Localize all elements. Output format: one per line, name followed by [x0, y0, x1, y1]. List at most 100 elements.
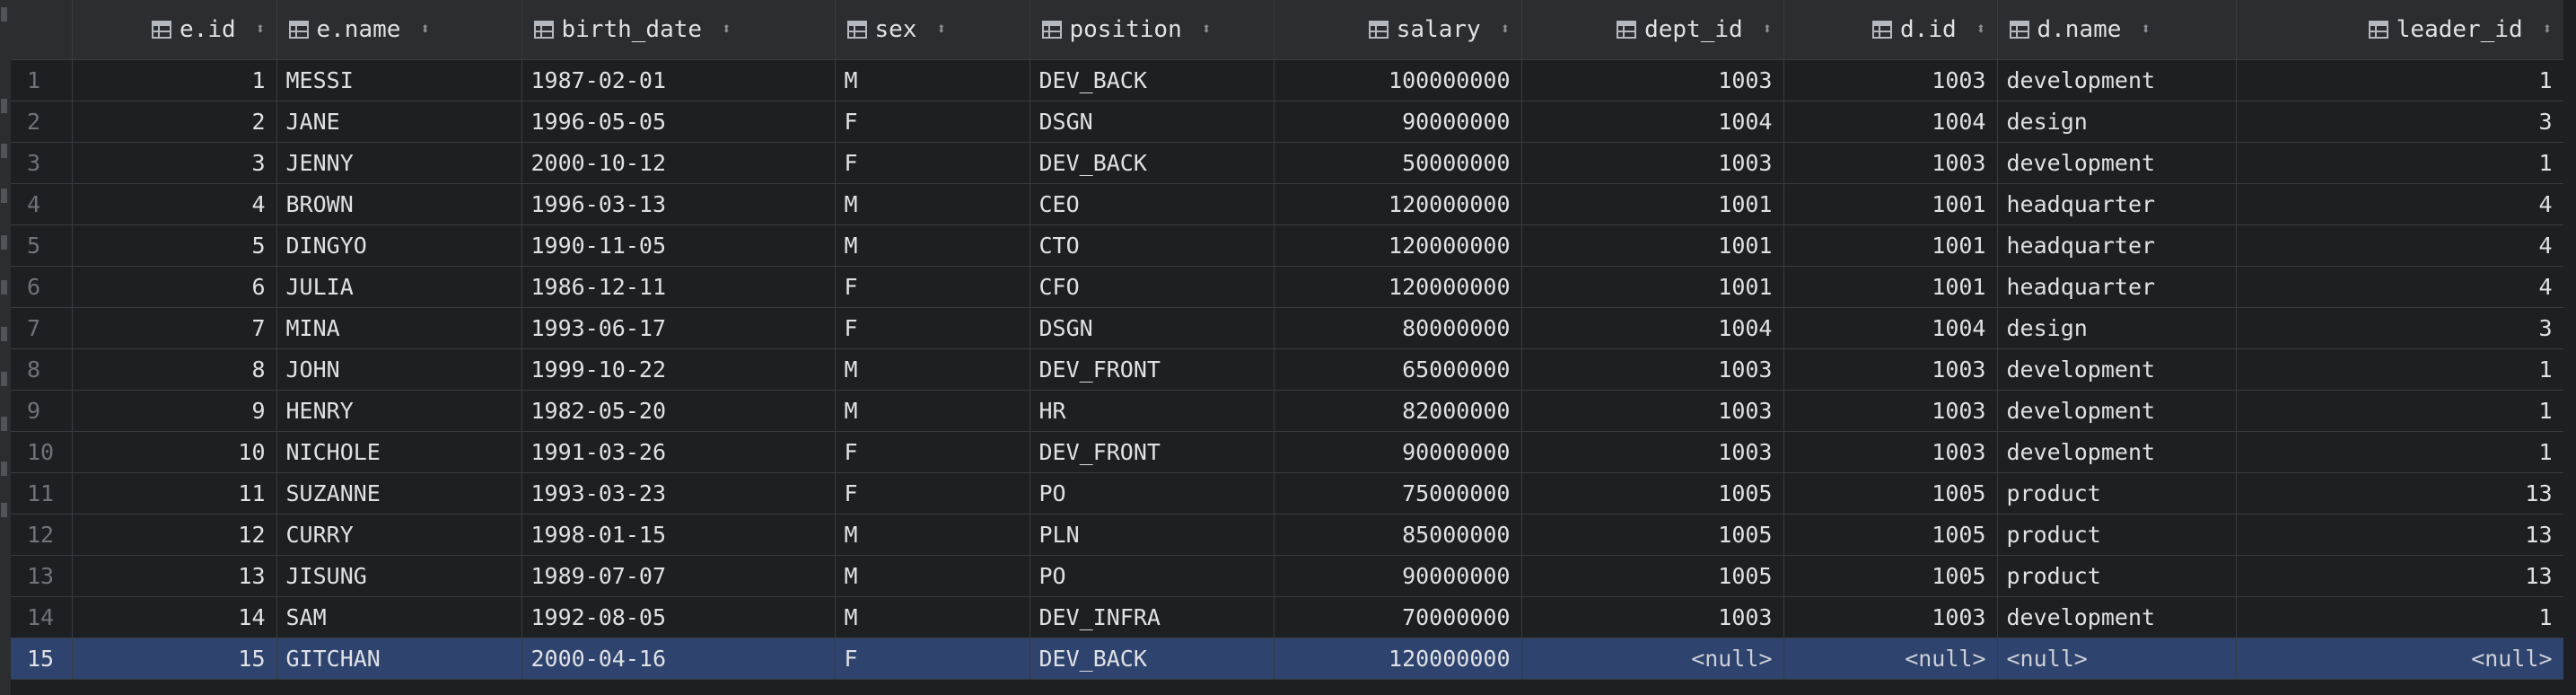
cell-sex[interactable]: M	[835, 390, 1030, 432]
cell-eid[interactable]: 8	[72, 348, 277, 391]
cell-did[interactable]: 1003	[1783, 142, 1998, 184]
column-header-sex[interactable]: sex ⬍	[835, 0, 1030, 60]
sort-icon[interactable]: ⬍	[1202, 20, 1212, 39]
cell-position[interactable]: PLN	[1030, 514, 1275, 556]
cell-birth[interactable]: 1993-06-17	[521, 307, 836, 349]
cell-position[interactable]: DEV_BACK	[1030, 142, 1275, 184]
cell-dname[interactable]: product	[1997, 514, 2237, 556]
cell-birth[interactable]: 1989-07-07	[521, 555, 836, 597]
cell-did[interactable]: 1004	[1783, 307, 1998, 349]
cell-ename[interactable]: JOHN	[276, 348, 522, 391]
cell-dept_id[interactable]: 1005	[1521, 472, 1784, 515]
cell-ename[interactable]: SAM	[276, 596, 522, 638]
table-row[interactable]: 5 5 DINGYO 1990-11-05 M CTO 120000000 1001 1001 h…	[11, 224, 2564, 267]
cell-eid[interactable]: 12	[72, 514, 277, 556]
cell-salary[interactable]: 82000000	[1274, 390, 1522, 432]
cell-position[interactable]: CFO	[1030, 266, 1275, 308]
sort-icon[interactable]: ⬍	[256, 20, 266, 39]
column-header-ename[interactable]: e.name ⬍	[276, 0, 522, 60]
cell-salary[interactable]: 120000000	[1274, 266, 1522, 308]
sort-icon[interactable]: ⬍	[722, 20, 732, 39]
cell-dept_id[interactable]: 1003	[1521, 348, 1784, 391]
cell-did[interactable]: 1003	[1783, 59, 1998, 101]
cell-ename[interactable]: NICHOLE	[276, 431, 522, 473]
cell-dname[interactable]: product	[1997, 472, 2237, 515]
table-row[interactable]: 2 2 JANE 1996-05-05 F DSGN 90000000 1004 1004 des…	[11, 101, 2564, 143]
column-header-did[interactable]: d.id ⬍	[1783, 0, 1998, 60]
cell-did[interactable]: 1005	[1783, 514, 1998, 556]
cell-leader_id[interactable]: 1	[2236, 390, 2564, 432]
table-row[interactable]: 1 1 MESSI 1987-02-01 M DEV_BACK 100000000 1003 1…	[11, 59, 2564, 101]
cell-position[interactable]: DEV_INFRA	[1030, 596, 1275, 638]
cell-eid[interactable]: 7	[72, 307, 277, 349]
cell-birth[interactable]: 1996-05-05	[521, 101, 836, 143]
cell-salary[interactable]: 90000000	[1274, 431, 1522, 473]
cell-position[interactable]: CTO	[1030, 224, 1275, 267]
cell-salary[interactable]: 75000000	[1274, 472, 1522, 515]
cell-leader_id[interactable]: 1	[2236, 431, 2564, 473]
cell-did[interactable]: 1001	[1783, 266, 1998, 308]
cell-ename[interactable]: GITCHAN	[276, 638, 522, 680]
sort-icon[interactable]: ⬍	[2141, 20, 2151, 39]
cell-salary[interactable]: 65000000	[1274, 348, 1522, 391]
vertical-scrollbar[interactable]	[2563, 0, 2576, 695]
cell-birth[interactable]: 1987-02-01	[521, 59, 836, 101]
cell-salary[interactable]: 120000000	[1274, 183, 1522, 225]
cell-dname[interactable]: development	[1997, 431, 2237, 473]
table-row[interactable]: 14 14 SAM 1992-08-05 M DEV_INFRA 70000000 1003 1…	[11, 596, 2564, 638]
table-row[interactable]: 6 6 JULIA 1986-12-11 F CFO 120000000 1001 1001 he…	[11, 266, 2564, 308]
cell-sex[interactable]: M	[835, 224, 1030, 267]
cell-birth[interactable]: 1991-03-26	[521, 431, 836, 473]
cell-birth[interactable]: 2000-10-12	[521, 142, 836, 184]
cell-salary[interactable]: 120000000	[1274, 638, 1522, 680]
cell-did[interactable]: 1003	[1783, 348, 1998, 391]
cell-salary[interactable]: 100000000	[1274, 59, 1522, 101]
cell-ename[interactable]: MINA	[276, 307, 522, 349]
table-row[interactable]: 8 8 JOHN 1999-10-22 M DEV_FRONT 65000000 1003 10…	[11, 348, 2564, 391]
cell-eid[interactable]: 13	[72, 555, 277, 597]
cell-dname[interactable]: development	[1997, 142, 2237, 184]
cell-eid[interactable]: 9	[72, 390, 277, 432]
cell-dept_id[interactable]: 1005	[1521, 514, 1784, 556]
cell-leader_id[interactable]: 4	[2236, 224, 2564, 267]
cell-position[interactable]: DSGN	[1030, 101, 1275, 143]
cell-eid[interactable]: 14	[72, 596, 277, 638]
cell-sex[interactable]: F	[835, 431, 1030, 473]
cell-dname[interactable]: development	[1997, 596, 2237, 638]
cell-position[interactable]: DEV_BACK	[1030, 59, 1275, 101]
cell-salary[interactable]: 120000000	[1274, 224, 1522, 267]
cell-position[interactable]: DEV_BACK	[1030, 638, 1275, 680]
table-row[interactable]: 15 15 GITCHAN 2000-04-16 F DEV_BACK 120000000 <…	[11, 638, 2564, 680]
cell-did[interactable]: 1003	[1783, 431, 1998, 473]
sort-icon[interactable]: ⬍	[936, 20, 946, 39]
cell-sex[interactable]: F	[835, 638, 1030, 680]
cell-eid[interactable]: 15	[72, 638, 277, 680]
cell-birth[interactable]: 1999-10-22	[521, 348, 836, 391]
cell-dname[interactable]: development	[1997, 348, 2237, 391]
cell-dname[interactable]: product	[1997, 555, 2237, 597]
cell-eid[interactable]: 11	[72, 472, 277, 515]
cell-did[interactable]: 1003	[1783, 596, 1998, 638]
sort-icon[interactable]: ⬍	[1763, 20, 1773, 39]
cell-birth[interactable]: 2000-04-16	[521, 638, 836, 680]
cell-dept_id[interactable]: 1004	[1521, 307, 1784, 349]
column-header-birth[interactable]: birth_date ⬍	[521, 0, 836, 60]
cell-dname[interactable]: headquarter	[1997, 183, 2237, 225]
cell-position[interactable]: PO	[1030, 555, 1275, 597]
cell-did[interactable]: <null>	[1783, 638, 1998, 680]
table-row[interactable]: 12 12 CURRY 1998-01-15 M PLN 85000000 1005 1005 p…	[11, 514, 2564, 556]
cell-ename[interactable]: SUZANNE	[276, 472, 522, 515]
table-row[interactable]: 10 10 NICHOLE 1991-03-26 F DEV_FRONT 90000000 1…	[11, 431, 2564, 473]
cell-did[interactable]: 1005	[1783, 472, 1998, 515]
cell-position[interactable]: HR	[1030, 390, 1275, 432]
column-header-eid[interactable]: e.id ⬍	[72, 0, 277, 60]
cell-sex[interactable]: F	[835, 266, 1030, 308]
cell-ename[interactable]: CURRY	[276, 514, 522, 556]
cell-dept_id[interactable]: 1003	[1521, 596, 1784, 638]
cell-dept_id[interactable]: 1003	[1521, 59, 1784, 101]
cell-ename[interactable]: JANE	[276, 101, 522, 143]
column-header-position[interactable]: position ⬍	[1030, 0, 1275, 60]
cell-eid[interactable]: 6	[72, 266, 277, 308]
cell-birth[interactable]: 1993-03-23	[521, 472, 836, 515]
cell-birth[interactable]: 1990-11-05	[521, 224, 836, 267]
